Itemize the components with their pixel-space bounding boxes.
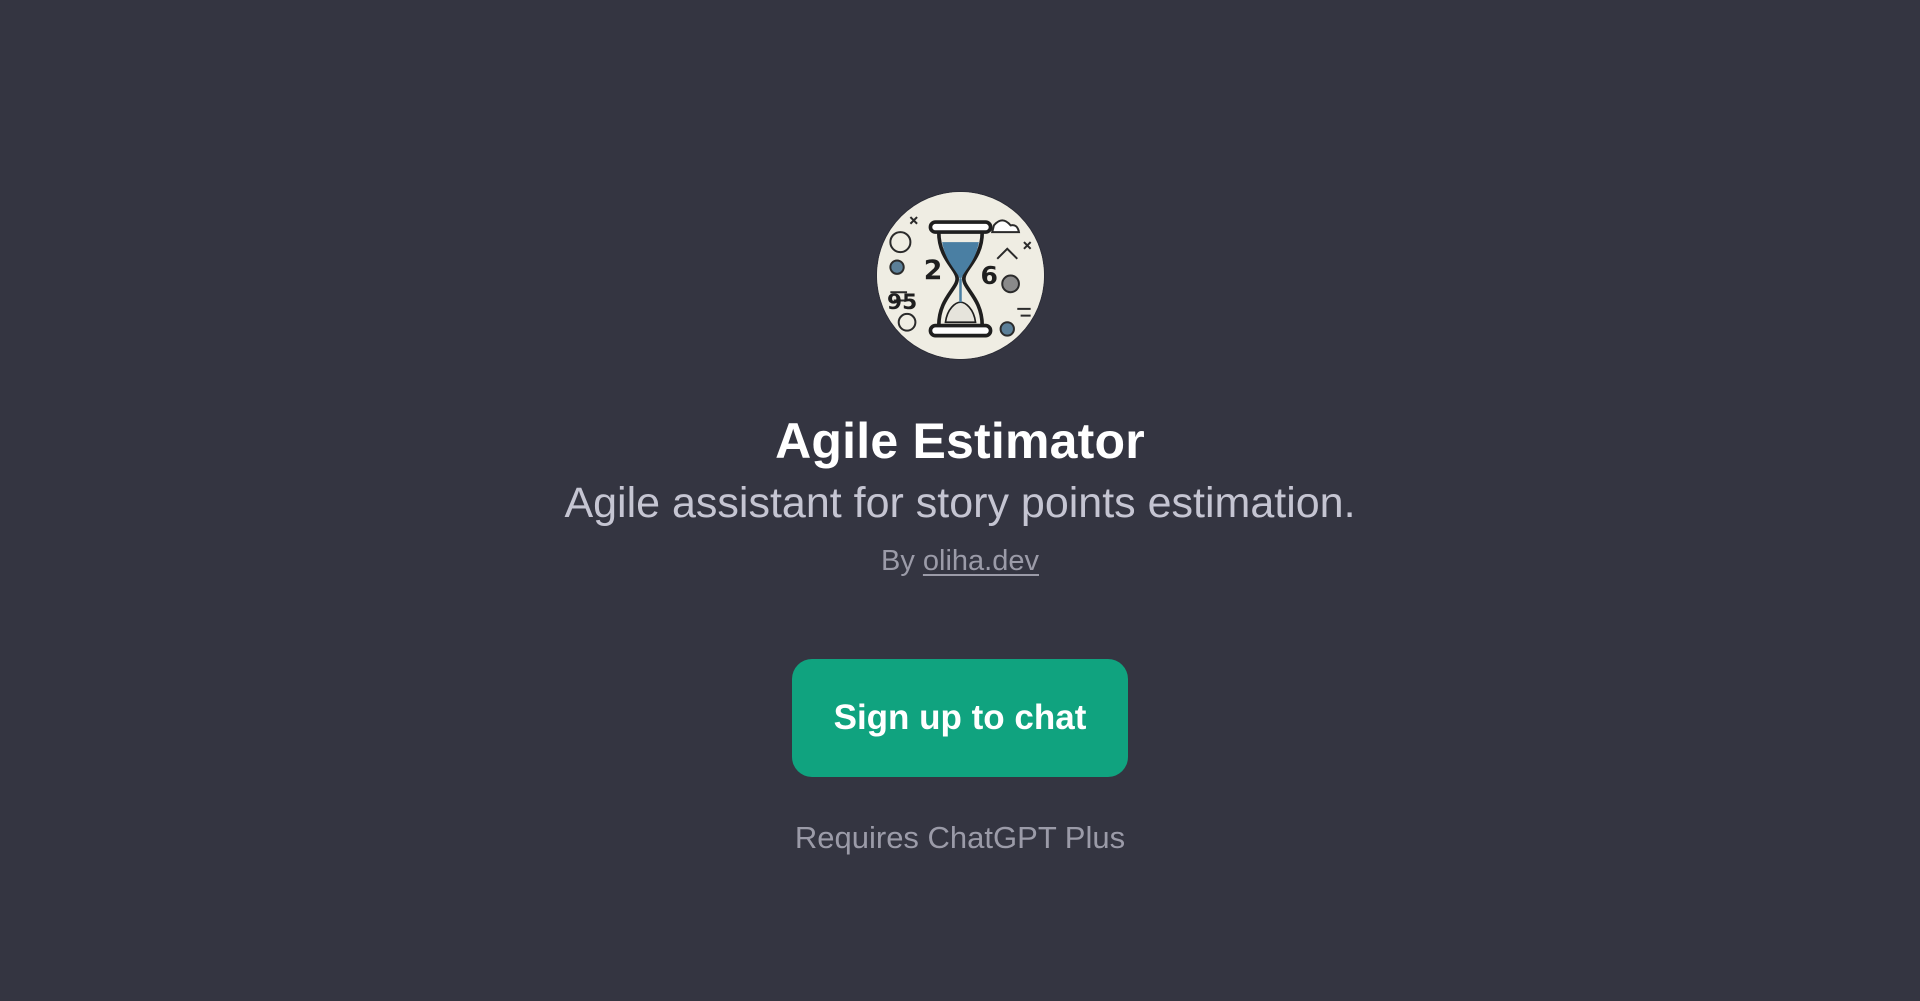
gpt-description: Agile assistant for story points estimat… [564,479,1356,527]
svg-text:95: 95 [887,290,917,315]
sign-up-to-chat-button[interactable]: Sign up to chat [792,659,1128,777]
gpt-title: Agile Estimator [775,413,1145,469]
gpt-avatar: 95 2 6 [876,192,1044,359]
svg-text:6: 6 [980,261,997,290]
gpt-landing-page: 95 2 6 Agile Estimator Agile assistant f… [0,0,1920,1001]
requirement-note: Requires ChatGPT Plus [794,820,1126,855]
author-link[interactable]: oliha.dev [923,545,1039,577]
svg-text:2: 2 [923,255,942,286]
author-byline: By oliha.dev [881,543,1039,579]
hourglass-doodle-icon: 95 2 6 [876,192,1044,359]
byline-prefix: By [881,545,915,577]
